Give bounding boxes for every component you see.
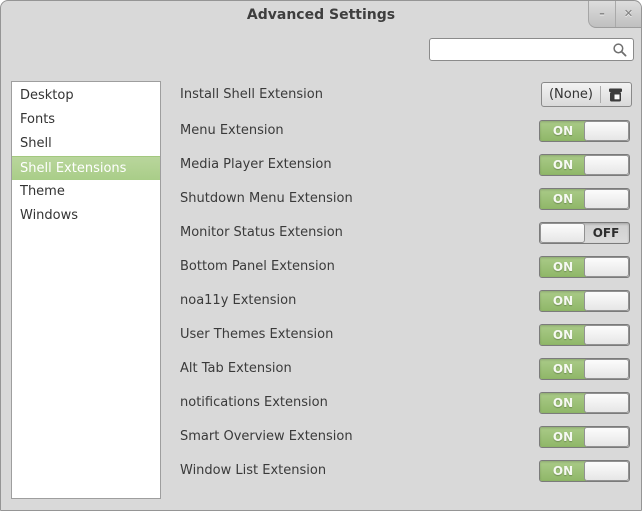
toggle-state-label: ON	[540, 155, 586, 175]
setting-row: Monitor Status Extension OFF	[180, 222, 641, 244]
toggle-handle[interactable]	[584, 325, 629, 345]
toggle-monitor-status-extension[interactable]: OFF	[539, 222, 630, 244]
toggle-alt-tab-extension[interactable]: ON	[539, 358, 630, 380]
toggle-state-label: ON	[540, 121, 586, 141]
toggle-handle[interactable]	[540, 223, 585, 243]
toggle-state-label: ON	[540, 325, 586, 345]
toggle-state-label: ON	[540, 393, 586, 413]
toggle-state-label: ON	[540, 359, 586, 379]
divider	[600, 86, 601, 103]
setting-row: Bottom Panel Extension ON	[180, 256, 641, 278]
toggle-state-label: ON	[540, 291, 586, 311]
toggle-state-label: ON	[540, 189, 586, 209]
toggle-shutdown-menu-extension[interactable]: ON	[539, 188, 630, 210]
toggle-handle[interactable]	[584, 461, 629, 481]
toggle-handle[interactable]	[584, 121, 629, 141]
setting-row: Install Shell Extension (None)	[180, 82, 641, 107]
setting-label: Media Player Extension	[180, 154, 332, 176]
toggle-noa11y-extension[interactable]: ON	[539, 290, 630, 312]
toggle-state-label: ON	[540, 257, 586, 277]
setting-row: Shutdown Menu Extension ON	[180, 188, 641, 210]
toggle-bottom-panel-extension[interactable]: ON	[539, 256, 630, 278]
setting-row: noa11y Extension ON	[180, 290, 641, 312]
setting-row: Window List Extension ON	[180, 460, 641, 482]
toggle-state-label: ON	[540, 461, 586, 481]
toggle-state-label: ON	[540, 427, 586, 447]
toggle-handle[interactable]	[584, 291, 629, 311]
toggle-handle[interactable]	[584, 427, 629, 447]
setting-label: Monitor Status Extension	[180, 222, 343, 244]
toggle-user-themes-extension[interactable]: ON	[539, 324, 630, 346]
toggle-media-player-extension[interactable]: ON	[539, 154, 630, 176]
setting-row: Alt Tab Extension ON	[180, 358, 641, 380]
setting-row: Smart Overview Extension ON	[180, 426, 641, 448]
setting-label: noa11y Extension	[180, 290, 296, 312]
setting-row: notifications Extension ON	[180, 392, 641, 414]
setting-row: Menu Extension ON	[180, 120, 641, 142]
setting-label: notifications Extension	[180, 392, 328, 414]
toggle-menu-extension[interactable]: ON	[539, 120, 630, 142]
setting-label: Shutdown Menu Extension	[180, 188, 353, 210]
install-extension-file-button[interactable]: (None)	[541, 82, 632, 107]
setting-label: Install Shell Extension	[180, 82, 323, 107]
setting-label: Window List Extension	[180, 460, 326, 482]
toggle-state-label: OFF	[583, 223, 629, 243]
setting-row: User Themes Extension ON	[180, 324, 641, 346]
file-chooser-value: (None)	[549, 87, 600, 102]
settings-panel: Install Shell Extension (None) Menu Exten…	[1, 1, 641, 510]
advanced-settings-window: Advanced Settings – ✕ DesktopFontsShellS…	[0, 0, 642, 511]
setting-label: Menu Extension	[180, 120, 284, 142]
toggle-handle[interactable]	[584, 359, 629, 379]
setting-label: Alt Tab Extension	[180, 358, 292, 380]
browse-file-icon	[608, 87, 624, 103]
toggle-handle[interactable]	[584, 257, 629, 277]
toggle-smart-overview-extension[interactable]: ON	[539, 426, 630, 448]
toggle-handle[interactable]	[584, 155, 629, 175]
setting-label: Bottom Panel Extension	[180, 256, 335, 278]
setting-label: Smart Overview Extension	[180, 426, 353, 448]
toggle-handle[interactable]	[584, 393, 629, 413]
toggle-notifications-extension[interactable]: ON	[539, 392, 630, 414]
setting-row: Media Player Extension ON	[180, 154, 641, 176]
toggle-handle[interactable]	[584, 189, 629, 209]
toggle-window-list-extension[interactable]: ON	[539, 460, 630, 482]
setting-label: User Themes Extension	[180, 324, 333, 346]
